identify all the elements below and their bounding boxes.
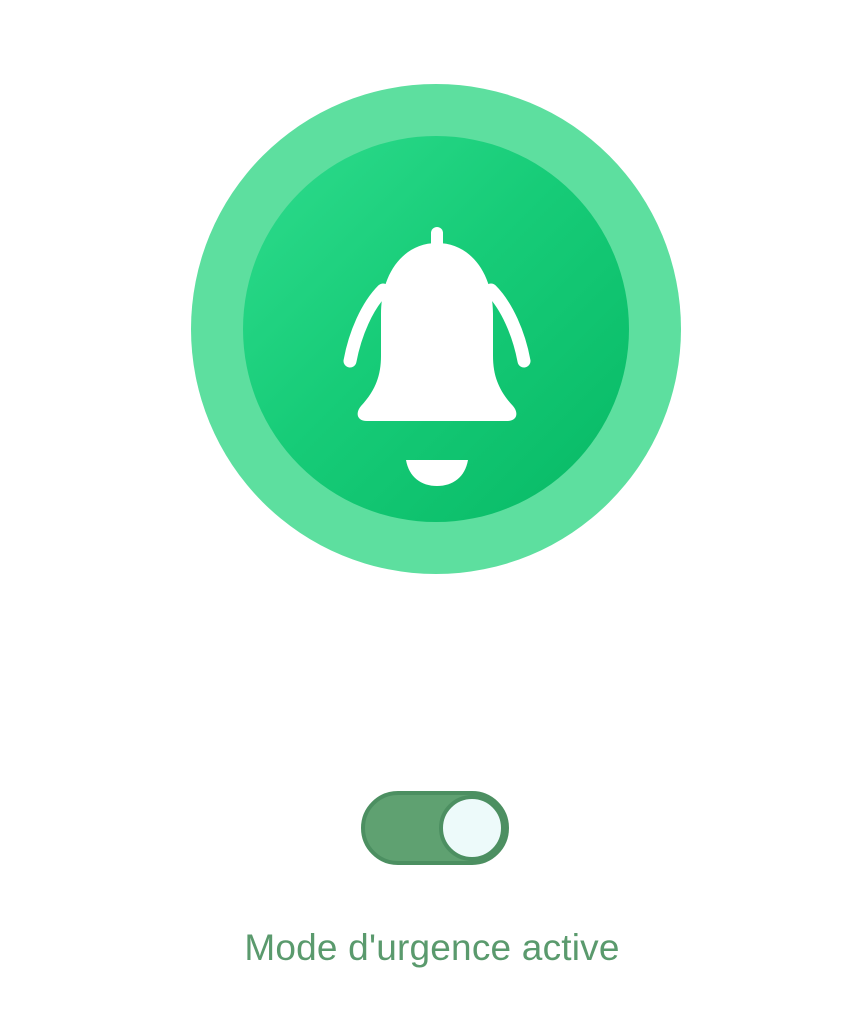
toggle-knob[interactable] <box>439 795 505 861</box>
bell-ringing-icon <box>343 227 531 486</box>
emergency-mode-status-label: Mode d'urgence active <box>244 927 620 968</box>
alarm-inner-circle <box>243 136 629 522</box>
emergency-mode-toggle[interactable] <box>361 791 509 865</box>
emergency-alarm-button[interactable] <box>191 84 681 574</box>
